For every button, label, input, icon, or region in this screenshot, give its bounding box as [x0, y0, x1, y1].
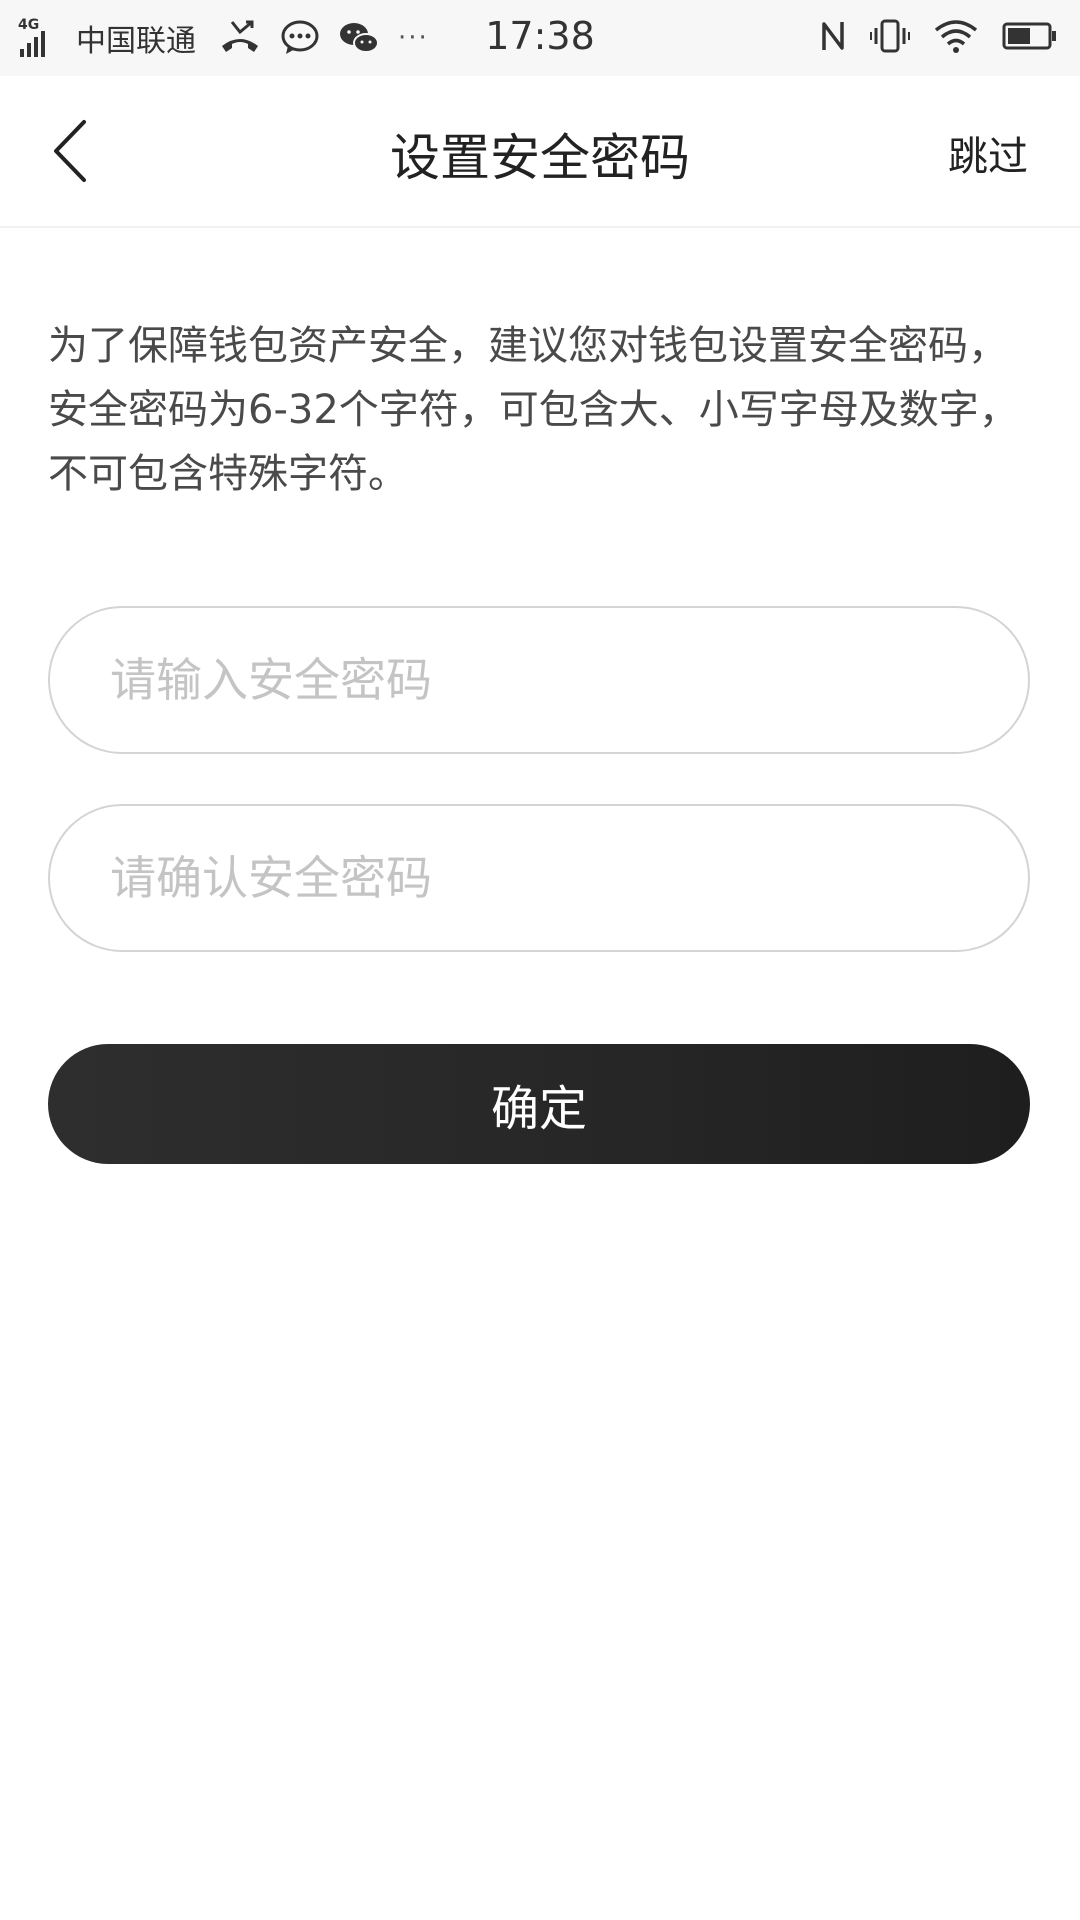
navigation-bar: 设置安全密码 跳过 [0, 76, 1080, 228]
status-bar-right [820, 12, 1058, 64]
password-input[interactable] [110, 608, 970, 752]
confirm-button[interactable]: 确定 [48, 1044, 1030, 1164]
instructions-text: 为了保障钱包资产安全，建议您对钱包设置安全密码，安全密码为6-32个字符，可包含… [48, 323, 1019, 497]
confirm-password-input[interactable] [110, 806, 970, 950]
page-title: 设置安全密码 [390, 129, 690, 187]
confirm-password-field[interactable] [48, 804, 1030, 952]
battery-icon [1002, 20, 1058, 56]
status-bar: 4G 中国联通 ··· 17:38 [0, 0, 1080, 76]
skip-button[interactable]: 跳过 [948, 124, 1028, 182]
nfc-icon [820, 18, 846, 58]
wifi-icon [934, 18, 978, 58]
password-field[interactable] [48, 606, 1030, 754]
vibrate-icon [870, 18, 910, 58]
